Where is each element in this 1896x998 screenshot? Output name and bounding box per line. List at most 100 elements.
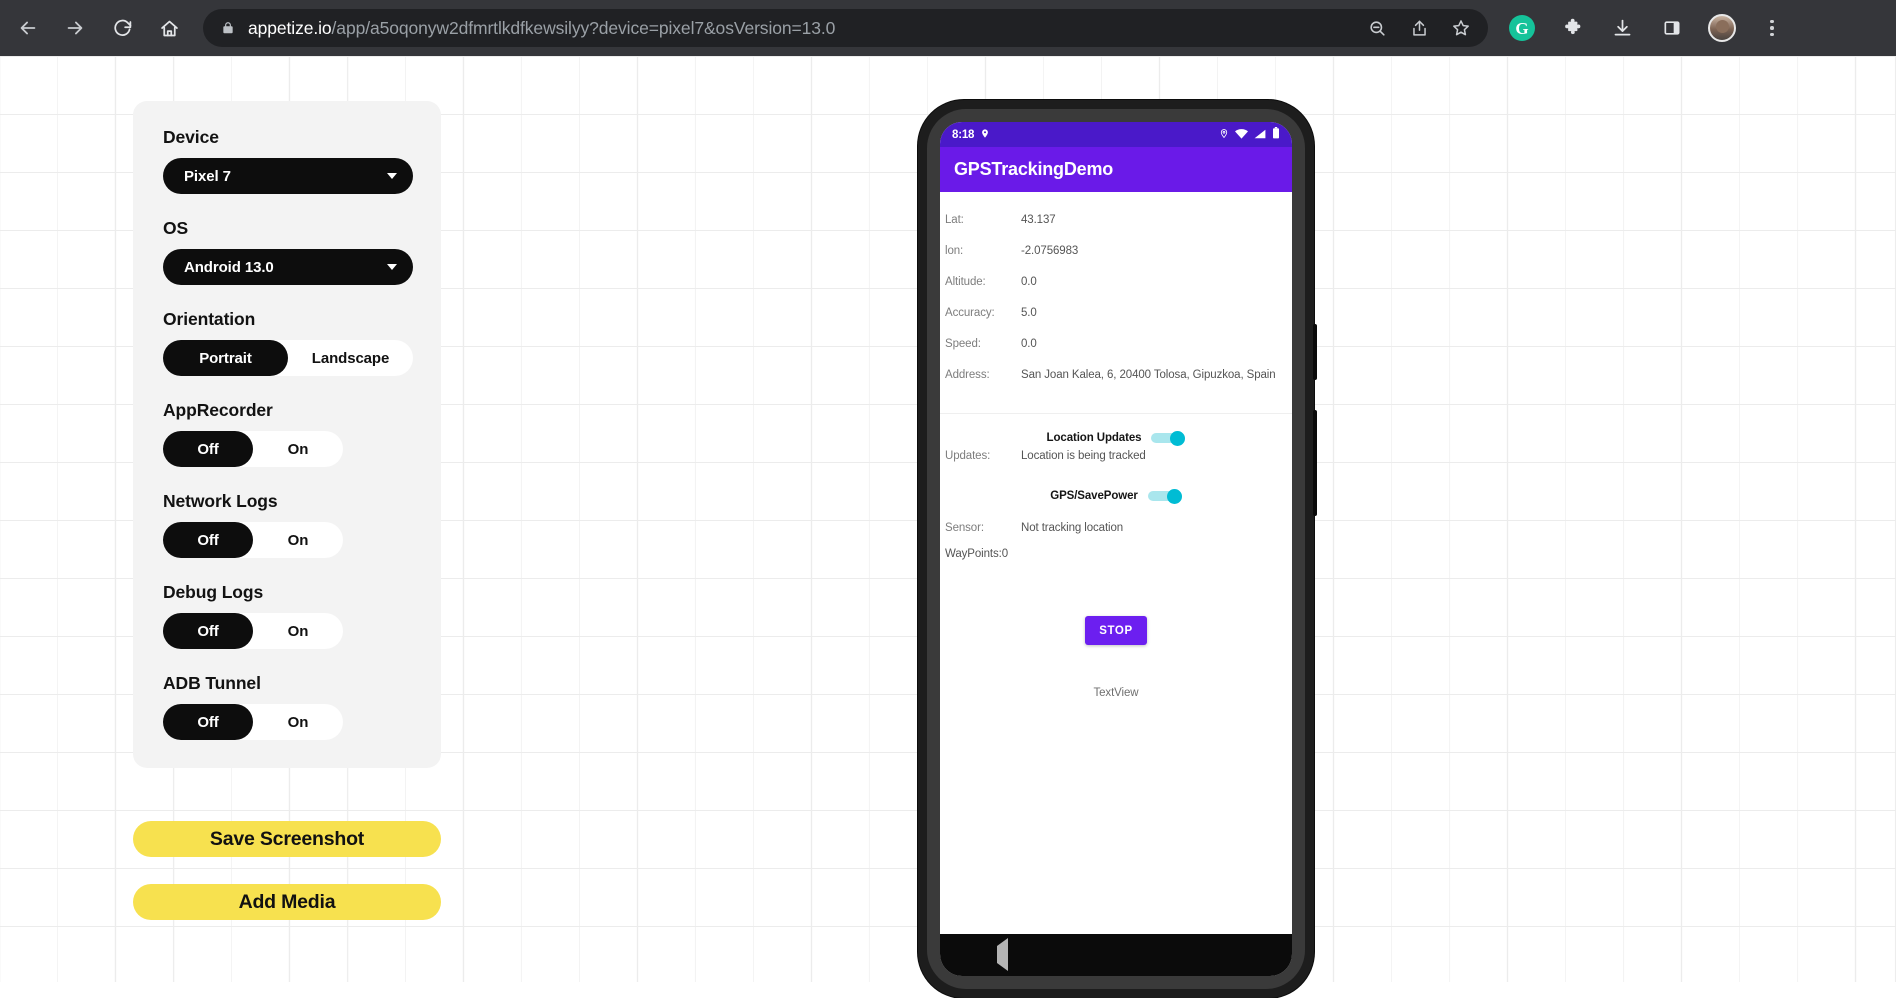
browser-menu-button[interactable] bbox=[1752, 8, 1792, 48]
sensor-status-row: Sensor: Not tracking location bbox=[940, 522, 1292, 548]
sensor-status-value: Not tracking location bbox=[1021, 522, 1124, 534]
app-recorder-toggle-group: Off On bbox=[163, 431, 343, 467]
waypoints-value: WayPoints:0 bbox=[945, 548, 1009, 560]
orientation-toggle-group: Portrait Landscape bbox=[163, 340, 413, 376]
browser-toolbar: appetize.io/app/a5oqonyw2dfmrtlkdfkewsil… bbox=[0, 0, 1896, 56]
profile-button[interactable] bbox=[1702, 8, 1742, 48]
save-screenshot-button[interactable]: Save Screenshot bbox=[133, 821, 441, 857]
app-recorder-option-on[interactable]: On bbox=[253, 431, 343, 467]
search-button[interactable] bbox=[1360, 11, 1394, 45]
info-row-value: 0.0 bbox=[1021, 276, 1037, 288]
orientation-option-portrait[interactable]: Portrait bbox=[163, 340, 288, 376]
home-icon bbox=[159, 18, 180, 39]
share-button[interactable] bbox=[1402, 11, 1436, 45]
device-screen[interactable]: 8:18 GPSTrackingDemo Lat: 43.137 lon: -2… bbox=[940, 122, 1292, 976]
signal-icon bbox=[1254, 126, 1266, 144]
sensor-status-key: Sensor: bbox=[945, 522, 984, 534]
device-settings-panel: Device Pixel 7 OS Android 13.0 Orientati… bbox=[133, 101, 441, 768]
browser-extension-actions: G bbox=[1502, 8, 1792, 48]
location-pin-icon bbox=[1219, 126, 1229, 144]
os-select[interactable]: Android 13.0 bbox=[163, 249, 413, 285]
app-recorder-option-off[interactable]: Off bbox=[163, 431, 253, 467]
address-bar[interactable]: appetize.io/app/a5oqonyw2dfmrtlkdfkewsil… bbox=[203, 9, 1488, 47]
bookmark-button[interactable] bbox=[1444, 11, 1478, 45]
textview-label: TextView bbox=[1093, 687, 1139, 699]
adb-tunnel-label: ADB Tunnel bbox=[163, 673, 261, 693]
back-button[interactable] bbox=[8, 8, 48, 48]
forward-arrow-icon bbox=[64, 17, 86, 39]
orientation-label: Orientation bbox=[163, 309, 256, 329]
battery-icon bbox=[1272, 126, 1280, 144]
device-select[interactable]: Pixel 7 bbox=[163, 158, 413, 194]
chevron-down-icon bbox=[387, 264, 397, 270]
reload-button[interactable] bbox=[102, 8, 142, 48]
info-row: Lat: 43.137 bbox=[940, 214, 1292, 245]
download-icon bbox=[1612, 18, 1633, 39]
app-recorder-label: AppRecorder bbox=[163, 400, 273, 420]
stop-button-container: STOP bbox=[940, 616, 1292, 645]
extensions-button[interactable] bbox=[1552, 8, 1592, 48]
device-select-value: Pixel 7 bbox=[184, 167, 231, 185]
location-updates-switch-row: Location Updates bbox=[940, 426, 1292, 450]
chevron-down-icon bbox=[387, 173, 397, 179]
status-bar-time: 8:18 bbox=[952, 128, 975, 141]
debug-logs-option-on[interactable]: On bbox=[253, 613, 343, 649]
status-bar-left-icons bbox=[980, 126, 990, 144]
android-status-bar: 8:18 bbox=[940, 122, 1292, 147]
gps-savepower-switch[interactable] bbox=[1147, 488, 1182, 504]
info-row-key: Address: bbox=[945, 369, 990, 381]
phone-volume-button[interactable] bbox=[1313, 410, 1317, 516]
grammarly-icon: G bbox=[1509, 15, 1535, 41]
network-logs-label: Network Logs bbox=[163, 491, 278, 511]
home-button[interactable] bbox=[149, 8, 189, 48]
network-logs-option-off[interactable]: Off bbox=[163, 522, 253, 558]
forward-button[interactable] bbox=[55, 8, 95, 48]
puzzle-piece-icon bbox=[1562, 18, 1583, 39]
adb-tunnel-option-on[interactable]: On bbox=[253, 704, 343, 740]
search-icon bbox=[1368, 19, 1387, 38]
orientation-option-landscape[interactable]: Landscape bbox=[288, 340, 413, 376]
info-row-key: Altitude: bbox=[945, 276, 986, 288]
phone-power-button[interactable] bbox=[1313, 324, 1317, 380]
omnibox-actions bbox=[1360, 11, 1478, 45]
lock-icon bbox=[221, 21, 235, 35]
url-path: /app/a5oqonyw2dfmrtlkdfkewsilyy?device=p… bbox=[331, 17, 836, 38]
app-action-bar: GPSTrackingDemo bbox=[940, 147, 1292, 192]
info-row-value: San Joan Kalea, 6, 20400 Tolosa, Gipuzko… bbox=[1021, 369, 1276, 381]
gps-savepower-switch-row: GPS/SavePower bbox=[940, 484, 1292, 508]
side-panel-button[interactable] bbox=[1652, 8, 1692, 48]
info-row-key: lon: bbox=[945, 245, 964, 257]
add-media-button[interactable]: Add Media bbox=[133, 884, 441, 920]
location-updates-switch[interactable] bbox=[1151, 430, 1186, 446]
debug-logs-option-off[interactable]: Off bbox=[163, 613, 253, 649]
info-row-value: -2.0756983 bbox=[1021, 245, 1079, 257]
adb-tunnel-option-off[interactable]: Off bbox=[163, 704, 253, 740]
info-row: lon: -2.0756983 bbox=[940, 245, 1292, 276]
network-logs-option-on[interactable]: On bbox=[253, 522, 343, 558]
device-emulator-frame: 8:18 GPSTrackingDemo Lat: 43.137 lon: -2… bbox=[918, 100, 1317, 998]
reload-icon bbox=[112, 18, 133, 39]
debug-logs-toggle-group: Off On bbox=[163, 613, 343, 649]
android-navigation-bar bbox=[940, 934, 1292, 976]
updates-status-key: Updates: bbox=[945, 450, 991, 462]
device-label: Device bbox=[163, 127, 219, 147]
app-content: Lat: 43.137 lon: -2.0756983 Altitude: 0.… bbox=[940, 192, 1292, 934]
switch-knob bbox=[1166, 488, 1182, 504]
back-triangle-icon bbox=[996, 938, 1008, 971]
grammarly-button[interactable]: G bbox=[1502, 8, 1542, 48]
downloads-button[interactable] bbox=[1602, 8, 1642, 48]
info-row-key: Lat: bbox=[945, 214, 964, 226]
gps-savepower-label: GPS/SavePower bbox=[1050, 490, 1138, 502]
info-row-value: 43.137 bbox=[1021, 214, 1056, 226]
stop-button[interactable]: STOP bbox=[1085, 616, 1147, 645]
waypoints-row: WayPoints:0 bbox=[940, 548, 1292, 574]
info-row-key: Accuracy: bbox=[945, 307, 995, 319]
page-canvas: Device Pixel 7 OS Android 13.0 Orientati… bbox=[0, 56, 1896, 998]
os-label: OS bbox=[163, 218, 189, 238]
network-logs-toggle-group: Off On bbox=[163, 522, 343, 558]
adb-tunnel-toggle-group: Off On bbox=[163, 704, 343, 740]
side-panel-icon bbox=[1662, 18, 1682, 38]
bookmark-star-icon bbox=[1451, 18, 1471, 38]
android-back-button[interactable] bbox=[996, 938, 1008, 971]
info-row: Address: San Joan Kalea, 6, 20400 Tolosa… bbox=[940, 369, 1292, 400]
